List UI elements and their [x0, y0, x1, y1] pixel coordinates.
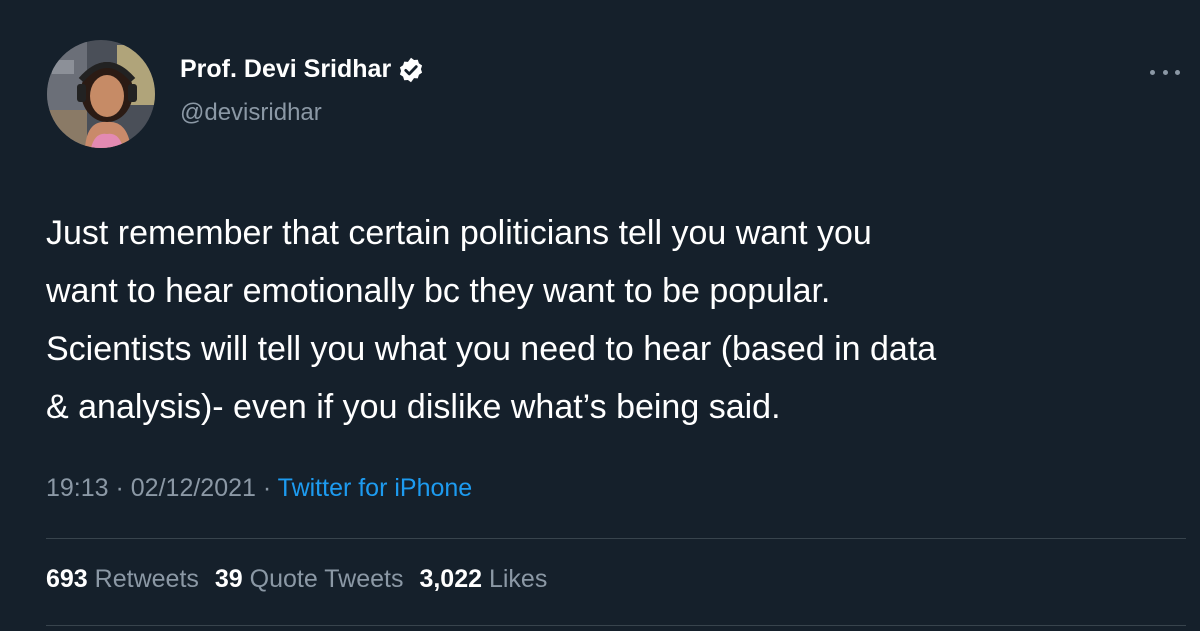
tweet-text: Just remember that certain politicians t… — [46, 214, 937, 426]
author-handle[interactable]: @devisridhar — [180, 99, 322, 127]
tweet-source-link[interactable]: Twitter for iPhone — [278, 474, 473, 502]
likes-label: Likes — [488, 565, 548, 593]
likes-stat[interactable]: 3,022 Likes — [419, 565, 547, 594]
tweet-stats: 693 Retweets 39 Quote Tweets 3,022 Likes — [46, 565, 547, 594]
more-dot — [1175, 69, 1180, 75]
divider — [46, 625, 1186, 626]
author-name-row: Prof. Devi Sridhar — [180, 55, 425, 84]
more-options-icon[interactable] — [1150, 60, 1180, 84]
verified-badge-icon — [397, 56, 425, 84]
author-avatar[interactable] — [47, 40, 155, 148]
avatar-photo — [47, 40, 155, 148]
tweet-time[interactable]: 19:13 — [46, 474, 109, 502]
likes-count: 3,022 — [419, 565, 483, 593]
quote-tweets-count: 39 — [214, 565, 243, 593]
retweets-label: Retweets — [94, 565, 199, 593]
more-dot — [1162, 69, 1168, 75]
meta-separator: · — [108, 474, 131, 502]
retweets-stat[interactable]: 693 Retweets — [46, 565, 199, 594]
quote-tweets-label: Quote Tweets — [249, 565, 404, 593]
meta-separator: · — [255, 474, 278, 502]
author-display-name[interactable]: Prof. Devi Sridhar — [180, 55, 391, 84]
more-dot — [1150, 69, 1155, 75]
quote-tweets-stat[interactable]: 39 Quote Tweets — [215, 565, 404, 594]
divider — [46, 538, 1186, 539]
tweet-meta: 19:13 · 02/12/2021 · Twitter for iPhone — [46, 474, 472, 503]
tweet-date[interactable]: 02/12/2021 — [131, 474, 256, 502]
retweets-count: 693 — [46, 565, 88, 593]
